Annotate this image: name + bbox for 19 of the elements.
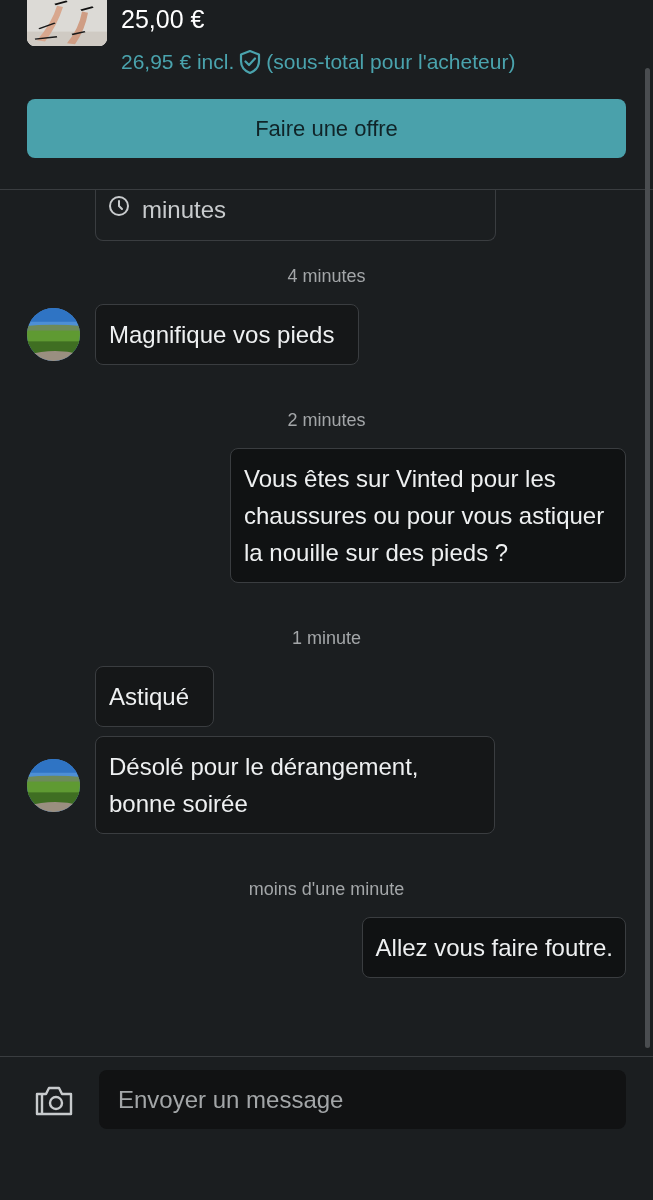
total-price: 26,95 € incl. [121,49,235,75]
timestamp: 1 minute [291,627,361,649]
price: 25,00 € [121,4,206,34]
timestamp: moins d'une minute [248,878,405,900]
message-bubble: Vous êtes sur Vinted pour les chaussures ou pour vous astiquer la nouille sur des pieds ? [230,448,626,583]
timestamp: 4 minutes [287,265,366,287]
message-bubble: Astiqué [95,666,215,727]
message-input[interactable]: Envoyer un message [99,1070,626,1129]
timestamp: 2 minutes [287,409,366,431]
message-bubble: Allez vous faire foutre. [361,917,626,978]
clock-icon [108,195,130,217]
subtotal-note: (sous-total pour l'acheteur) [266,49,516,75]
message-bubble: Magnifique vos pieds [95,304,360,365]
scrollbar[interactable] [645,68,650,1048]
offer-button[interactable]: Faire une offre [27,98,626,158]
message-bubble: Désolé pour le dérangement, bonne soirée [95,736,495,834]
status-text: minutes [142,195,227,225]
camera-icon[interactable] [35,1086,73,1116]
shield-check-icon [238,48,263,75]
